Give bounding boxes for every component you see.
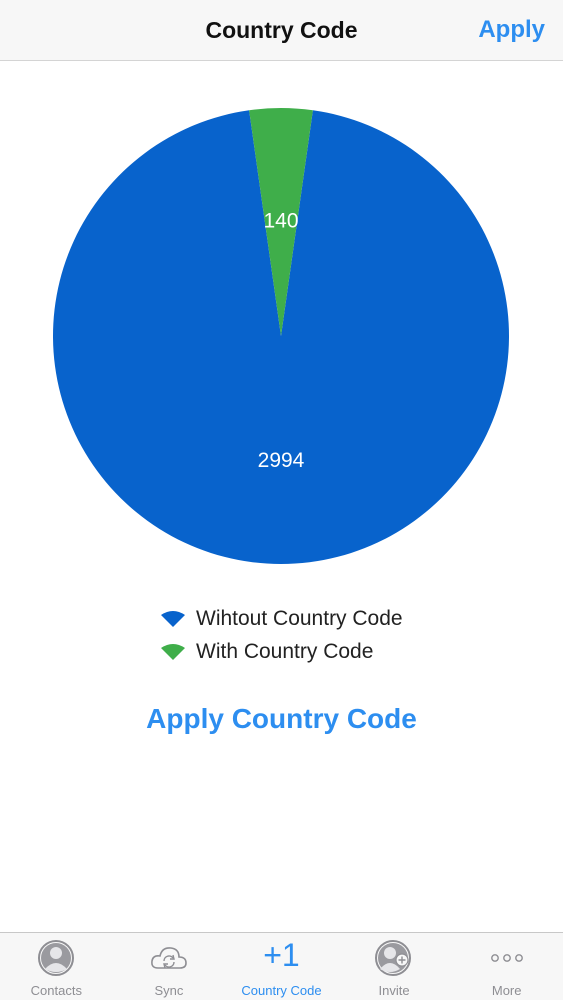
apply-country-code-button[interactable]: Apply Country Code <box>0 703 563 735</box>
tab-country-code[interactable]: +1 Country Code <box>225 933 338 1000</box>
pie-chart-svg: 2994 140 <box>53 108 510 564</box>
more-icon <box>490 954 523 962</box>
legend-wedge-icon <box>161 643 185 660</box>
navigation-bar: Country Code Apply <box>0 0 563 61</box>
tab-label: Contacts <box>30 983 82 998</box>
tab-label: Sync <box>154 983 184 998</box>
tab-contacts[interactable]: Contacts <box>0 933 113 1000</box>
tab-label: Invite <box>378 983 410 998</box>
pie-chart: 2994 140 <box>0 62 563 582</box>
tab-bar: Contacts Sync +1 Country Code Invite Mor… <box>0 932 563 1000</box>
pie-data-label-with-country-code: 140 <box>263 210 298 233</box>
tab-invite[interactable]: Invite <box>338 933 451 1000</box>
legend-item-with-country-code: With Country Code <box>160 635 403 668</box>
tab-more[interactable]: More <box>450 933 563 1000</box>
chart-legend: Wihtout Country Code With Country Code <box>160 602 403 668</box>
plus-one-icon: +1 <box>263 937 300 973</box>
tab-sync[interactable]: Sync <box>113 933 226 1000</box>
legend-label: With Country Code <box>196 639 374 663</box>
legend-wedge-icon <box>161 610 185 627</box>
pie-data-label-wihtout-country-code: 2994 <box>258 449 305 472</box>
legend-item-without-country-code: Wihtout Country Code <box>160 602 403 635</box>
tab-label: More <box>491 983 522 998</box>
contacts-icon <box>38 940 75 976</box>
apply-button[interactable]: Apply <box>478 16 545 44</box>
invite-icon <box>375 940 412 976</box>
legend-label: Wihtout Country Code <box>196 606 403 630</box>
tab-label: Country Code <box>241 983 322 998</box>
sync-cloud-icon <box>150 947 187 969</box>
screen: Country Code Apply 2994 140 Wihtout Count… <box>0 0 563 1000</box>
